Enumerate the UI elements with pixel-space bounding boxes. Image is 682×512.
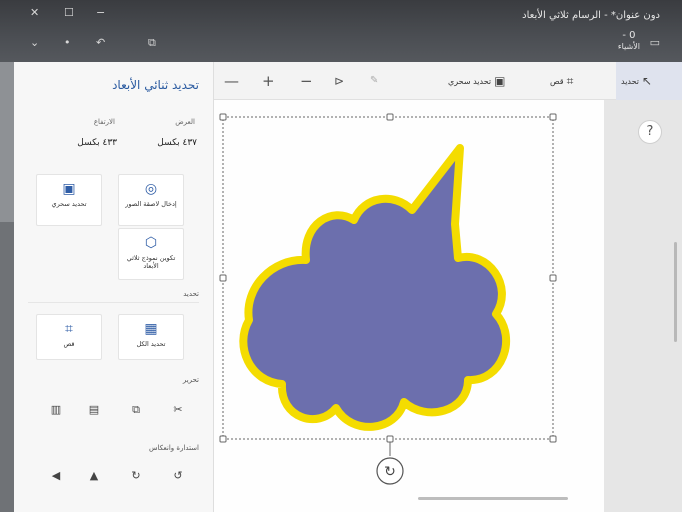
top-toolbar: — + − ⊳ ✎ تحديد سحري ▣ قص ⌗ تحديد ↖ [214, 62, 682, 100]
chevron-down-icon[interactable]: ⌄ [30, 36, 39, 50]
zoom-out-icon[interactable]: — [224, 71, 239, 91]
magic-select-icon: ▣ [62, 181, 76, 197]
select-all-icon: ▦ [144, 321, 158, 337]
handle-top-right[interactable] [549, 113, 557, 121]
select-all-button[interactable]: ▦ تحديد الكل [118, 314, 184, 360]
rotate-icon: ↻ [384, 464, 396, 480]
cursor-icon: ↖ [642, 74, 653, 88]
height-value[interactable]: ٤٣٣ بكسل [77, 138, 117, 148]
help-button[interactable]: ? [638, 120, 662, 144]
paste-icon[interactable]: ▤ [84, 400, 104, 420]
magic-select-icon: ▣ [494, 74, 506, 88]
vertical-scrollbar[interactable] [674, 242, 677, 342]
background-window [0, 62, 14, 222]
paint3d-app: تحديد ثنائي الأبعاد العرض ٤٣٧ بكسل الارت… [14, 62, 682, 512]
divider [28, 302, 199, 303]
title-bar: ✕ ☐ − ⌄ • ↶ ⧉ دون عنوان* - الرسام ثلاثي … [0, 0, 682, 62]
cloud-shape[interactable] [239, 144, 510, 431]
handle-bottom-right[interactable] [549, 435, 557, 443]
flip-vertical-icon[interactable]: ▲ [84, 466, 104, 486]
copy-icon[interactable]: ⧉ [126, 400, 146, 420]
crop-icon: ⌗ [566, 73, 574, 88]
dot-icon[interactable]: • [64, 36, 71, 50]
zoom-in-icon[interactable]: + [262, 71, 275, 91]
right-gutter [604, 100, 682, 512]
select-section-label: تحديد [183, 290, 199, 298]
rotate-right-icon[interactable]: ↻ [126, 466, 146, 486]
height-label: الارتفاع [93, 118, 115, 126]
cube-icon: ⬡ [144, 235, 158, 251]
minimize-icon[interactable]: − [96, 6, 105, 20]
zoom-readout: - 0 الأشياء [618, 30, 640, 52]
remove-background-button[interactable]: ◎ إدخال لاصقة الصور [118, 174, 184, 226]
panel-title: تحديد ثنائي الأبعاد [112, 78, 199, 92]
width-value[interactable]: ٤٣٧ بكسل [157, 138, 197, 148]
flag-icon[interactable]: ⊳ [334, 71, 344, 91]
zoom-label: الأشياء [617, 42, 640, 51]
close-icon[interactable]: ✕ [30, 6, 39, 20]
minus-icon[interactable]: − [300, 71, 313, 91]
delete-icon[interactable]: ▥ [46, 400, 66, 420]
rotate-section-label: استدارة وانعكاس [148, 444, 199, 452]
crop-tool[interactable]: قص ⌗ [550, 71, 573, 91]
maximize-icon[interactable]: ☐ [64, 6, 74, 20]
cut-icon[interactable]: ✂ [168, 400, 188, 420]
history-icon[interactable]: ⧉ [148, 36, 156, 50]
window-title: دون عنوان* - الرسام ثلاثي الأبعاد [522, 10, 660, 21]
handle-top-left[interactable] [219, 113, 227, 121]
rotate-left-icon[interactable]: ↺ [168, 466, 188, 486]
crop-button[interactable]: ⌗ قص [36, 314, 102, 360]
canvas-drawing: ↻ [219, 113, 557, 485]
select-tool[interactable]: تحديد ↖ [616, 62, 682, 100]
side-panel: تحديد ثنائي الأبعاد العرض ٤٣٧ بكسل الارت… [14, 62, 214, 512]
width-label: العرض [175, 118, 195, 126]
horizontal-scrollbar[interactable] [418, 497, 568, 500]
handle-bottom[interactable] [386, 435, 394, 443]
undo-icon[interactable]: ↶ [96, 36, 105, 50]
canvas[interactable]: ↻ [214, 100, 604, 512]
edit-section-label: تحرير [182, 376, 199, 384]
magic-select-button[interactable]: ▣ تحديد سحري [36, 174, 102, 226]
zoom-value: - 0 [622, 30, 636, 41]
crop-icon: ⌗ [65, 321, 73, 337]
magic-select-tool[interactable]: تحديد سحري ▣ [448, 71, 505, 91]
flip-horizontal-icon[interactable]: ◀ [46, 466, 66, 486]
handle-top[interactable] [386, 113, 394, 121]
folder-icon[interactable]: ▭ [650, 36, 660, 50]
handle-bottom-left[interactable] [219, 435, 227, 443]
handle-left[interactable] [219, 274, 227, 282]
sticker-icon: ◎ [144, 181, 158, 197]
make-3d-button[interactable]: ⬡ تكوين نموذج ثلاثي الأبعاد [118, 228, 184, 280]
handle-right[interactable] [549, 274, 557, 282]
pan-icon[interactable]: ✎ [370, 71, 378, 91]
